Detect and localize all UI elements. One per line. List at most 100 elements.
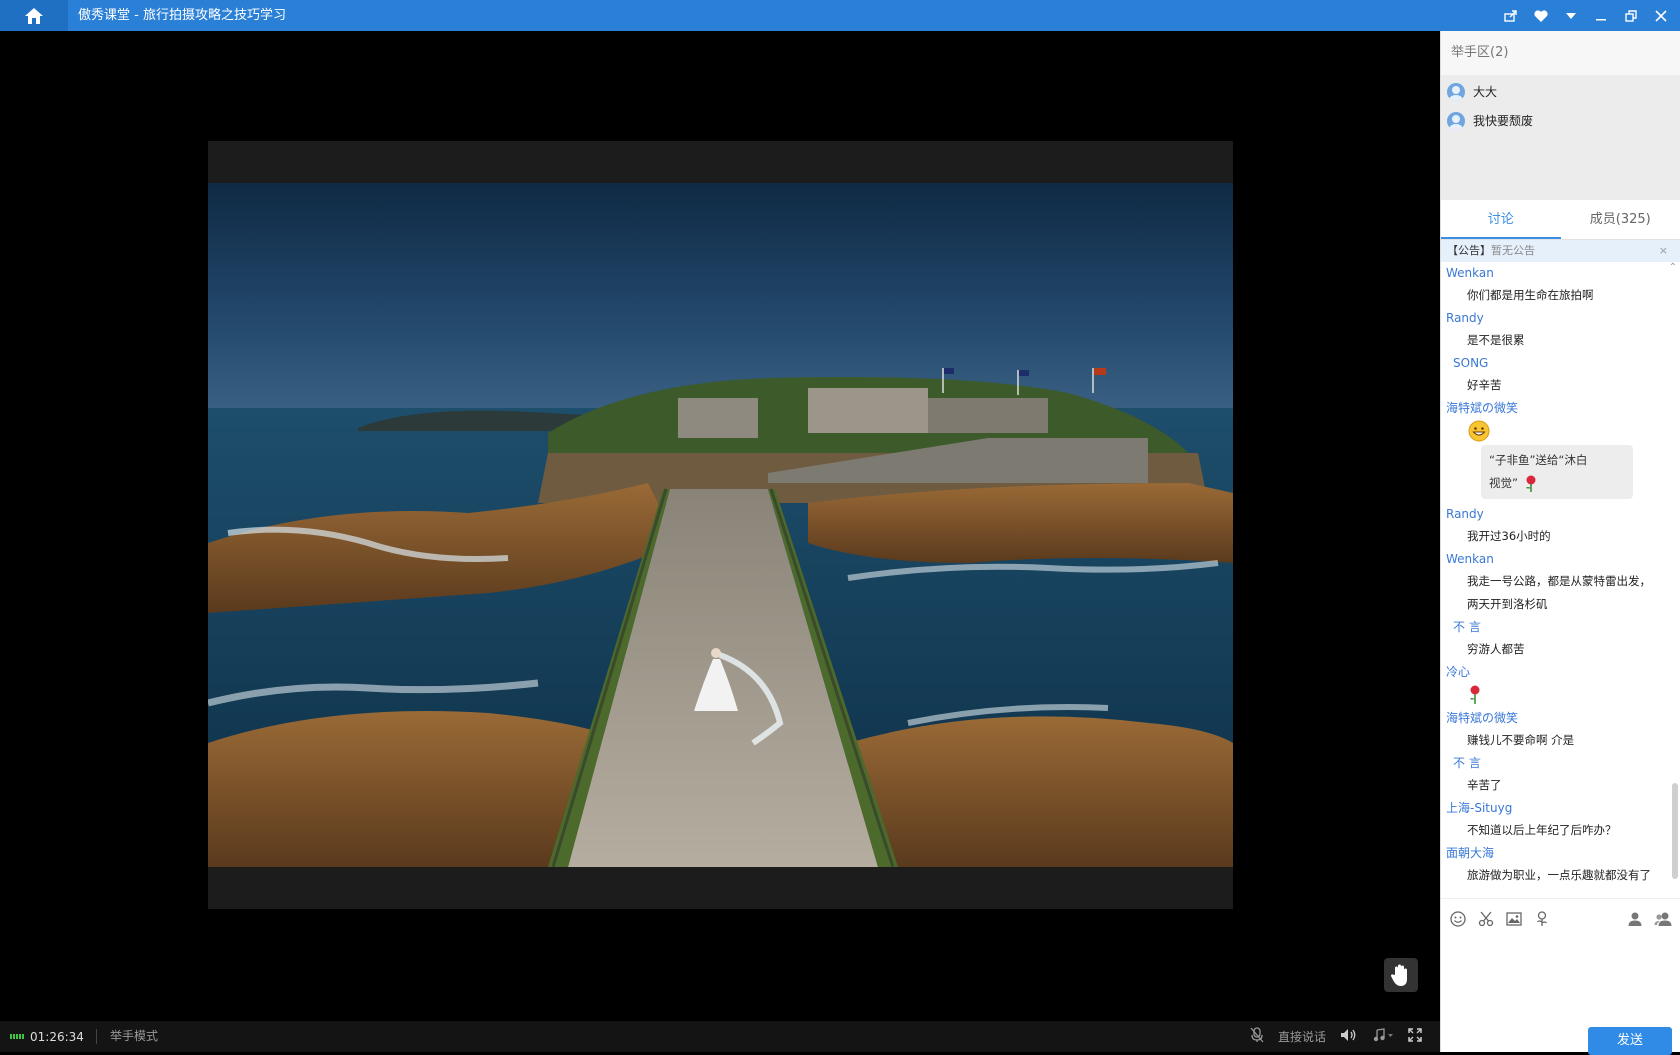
message-author: 面朝大海 [1446,842,1676,864]
message-author: 不 言 [1446,616,1676,638]
avatar [1447,112,1465,130]
message-emoji [1446,683,1676,707]
message-author: Randy [1446,307,1676,329]
private-chat-button[interactable] [1626,910,1644,928]
message-text: 旅游做为职业，一点乐趣就都没有了 [1446,864,1676,887]
window-title: 傲秀课堂 - 旅行拍摄攻略之技巧学习 [78,0,286,31]
smiley-icon [1450,911,1466,927]
screenshot-button[interactable] [1477,910,1495,928]
caret-down-icon [1565,12,1577,20]
close-button[interactable] [1648,3,1674,29]
group-button[interactable] [1654,910,1672,928]
flower-button[interactable] [1533,910,1551,928]
mode-label: 举手模式 [110,1021,158,1052]
slide-frame [208,141,1233,909]
raise-hand-user[interactable]: 我快要颓废 [1441,106,1680,135]
message-author: 不 言 [1446,752,1676,774]
restore-button[interactable] [1618,3,1644,29]
message-author: Randy [1446,503,1676,525]
message-author: 上海-Situyg [1446,797,1676,819]
message-emoji [1446,419,1676,443]
scissors-icon [1478,911,1494,927]
message-author: 冷心 [1446,661,1676,683]
collapse-icon[interactable]: ⌃ [1669,262,1677,273]
signal-icon [10,1034,24,1039]
chat-message: 冷心 [1441,661,1680,707]
raise-hand-header: 举手区(2) [1441,31,1680,75]
restore-icon [1625,10,1638,22]
message-text: 不知道以后上年纪了后咋办？ [1446,819,1676,842]
chat-message: 不 言 穷游人都苦 [1441,616,1680,661]
menu-button[interactable] [1558,3,1584,29]
divider [96,1029,97,1044]
message-text: 你们都是用生命在旅拍啊 [1446,284,1676,307]
message-author: 海特斌の微笑 [1446,707,1676,729]
tab-discussion[interactable]: 讨论 [1441,200,1561,239]
chat-message: Wenkan 你们都是用生命在旅拍啊 [1441,262,1680,307]
close-icon [1655,10,1667,22]
chat-message: 不 言 辛苦了 [1441,752,1680,797]
tab-members[interactable]: 成员(325) [1561,200,1680,239]
rose-icon [1524,475,1538,493]
image-icon [1506,912,1522,926]
landscape-photo [208,183,1233,867]
gift-text: “子非鱼”送给“沐白 [1489,449,1625,472]
minimize-icon [1595,10,1607,22]
music-button[interactable] [1372,1028,1394,1045]
panel-tabs: 讨论 成员(325) [1441,200,1680,240]
chat-message: 海特斌の微笑 [1441,397,1680,443]
user-name: 我快要颓废 [1473,112,1533,129]
home-button[interactable] [0,0,68,31]
share-icon [1504,10,1518,22]
slide-photo [208,183,1233,867]
bottom-status-bar: 01:26:34 举手模式 直接说话 [0,1021,1440,1052]
minimize-button[interactable] [1588,3,1614,29]
hand-icon [1390,963,1412,987]
home-icon [25,8,43,24]
side-panel: 举手区(2) 大大 我快要颓废 讨论 成员(325) 【公告】暂无公告 × ⌃ … [1440,31,1680,1052]
heart-icon [1534,10,1548,22]
share-button[interactable] [1498,3,1524,29]
user-name: 大大 [1473,83,1497,100]
close-announcement-button[interactable]: × [1659,240,1668,262]
message-text: 好辛苦 [1446,374,1676,397]
chat-message: 面朝大海 旅游做为职业，一点乐趣就都没有了 [1441,842,1680,887]
chat-message: 海特斌の微笑 赚钱儿不要命啊 介是 [1441,707,1680,752]
message-text: 我走一号公路，都是从蒙特雷出发， [1446,570,1676,593]
avatar [1447,83,1465,101]
message-text: 是不是很累 [1446,329,1676,352]
message-text: 两天开到洛杉矶 [1446,593,1676,616]
image-button[interactable] [1505,910,1523,928]
message-text: 穷游人都苦 [1446,638,1676,661]
mic-mute-button[interactable] [1250,1027,1264,1046]
raise-hand-button[interactable] [1384,958,1418,992]
fullscreen-button[interactable] [1408,1028,1422,1045]
announcement-text: 暂无公告 [1491,244,1535,257]
message-author: Wenkan [1446,548,1676,570]
chat-message: Randy 我开过36小时的 [1441,503,1680,548]
send-button[interactable]: 发送 [1588,1027,1672,1055]
message-input[interactable]: 发送 [1441,938,1680,1038]
speaker-icon [1340,1028,1358,1042]
volume-button[interactable] [1340,1028,1358,1045]
chat-toolbar [1441,898,1680,938]
message-author: Wenkan [1446,262,1676,284]
flower-icon [1535,911,1549,927]
message-text: 辛苦了 [1446,774,1676,797]
chat-message: SONG 好辛苦 [1441,352,1680,397]
favorite-button[interactable] [1528,3,1554,29]
message-author: SONG [1446,352,1676,374]
fullscreen-icon [1408,1028,1422,1042]
announcement-bar: 【公告】暂无公告 × [1441,240,1680,262]
emoji-button[interactable] [1449,910,1467,928]
chat-message: Wenkan 我走一号公路，都是从蒙特雷出发， 两天开到洛杉矶 [1441,548,1680,616]
elapsed-time: 01:26:34 [30,1030,84,1044]
message-author: 海特斌の微笑 [1446,397,1676,419]
message-text: 我开过36小时的 [1446,525,1676,548]
raise-hand-user[interactable]: 大大 [1441,77,1680,106]
live-indicator: 01:26:34 [10,1021,84,1052]
speak-directly-button[interactable]: 直接说话 [1278,1028,1326,1045]
music-note-icon [1372,1028,1394,1042]
chat-scrollbar[interactable] [1672,783,1678,879]
user-icon [1627,911,1643,927]
